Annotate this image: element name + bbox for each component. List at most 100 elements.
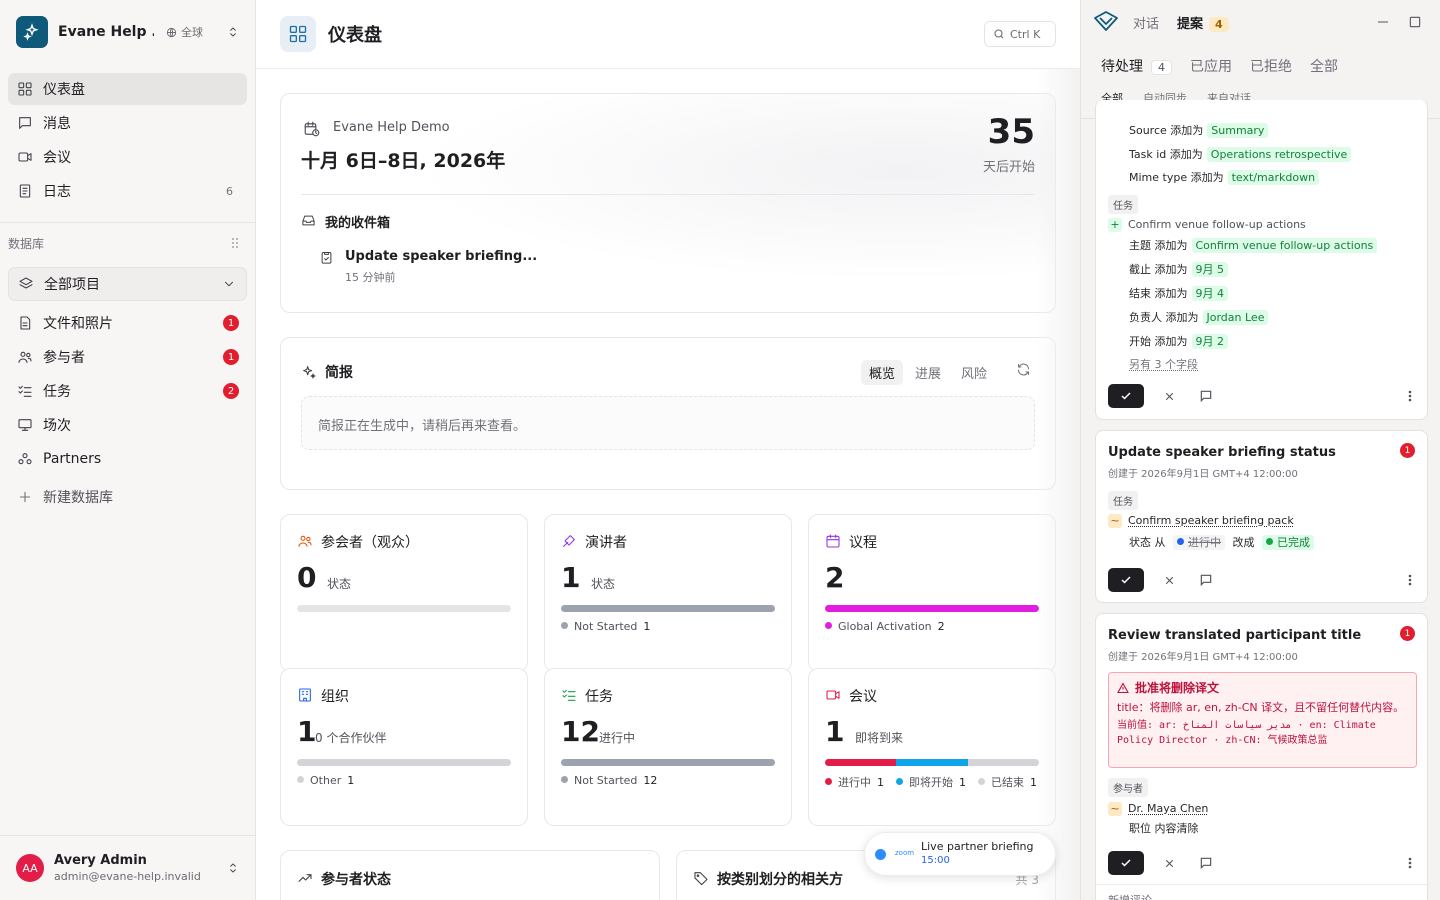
tab-overview[interactable]: 概览 [860,360,903,385]
grid-icon [18,82,32,96]
item-title[interactable]: Dr. Maya Chen [1128,802,1208,815]
item-title[interactable]: Confirm speaker briefing pack [1128,514,1294,527]
approve-button[interactable] [1108,384,1144,408]
nav-participants[interactable]: 参与者 1 [8,341,247,373]
tab-proposals[interactable]: 提案 4 [1177,13,1229,32]
comment-icon[interactable] [1199,573,1213,587]
legend-dot [825,778,832,785]
nav-dashboard[interactable]: 仪表盘 [8,73,247,105]
notification-badge: 1 [1400,443,1415,458]
nav-label: 文件和照片 [43,316,113,332]
scroll-fade [1036,69,1080,900]
field-key: 开始 添加为 [1129,335,1188,348]
layers-icon [19,277,33,289]
chevron-updown-icon[interactable] [226,25,240,39]
zoom-icon [875,849,886,860]
reject-icon[interactable] [1164,858,1175,869]
stat-card[interactable]: 会议 1 即将到来 进行中 1 即将开始 1 已结束 1 [808,668,1056,826]
tab-progress[interactable]: 进展 [907,360,949,385]
maximize-icon[interactable] [1407,14,1423,30]
more-icon[interactable] [1408,390,1412,402]
inbox-item-title[interactable]: Update speaker briefing... [345,249,537,264]
nav-label: 日志 [43,184,71,200]
drag-handle-icon[interactable] [230,237,240,249]
legend-label: 进行中 [838,776,871,789]
nav-tasks[interactable]: 任务 2 [8,375,247,407]
main-content: 仪表盘 Ctrl K Evane Help Demo 十月 6日–8日, 202… [256,0,1080,900]
all-projects-select[interactable]: 全部项目 [8,267,247,301]
comment-icon[interactable] [1199,856,1213,870]
nav-files-photos[interactable]: 文件和照片 1 [8,307,247,339]
reject-icon[interactable] [1164,575,1175,586]
stat-value: 12 [561,715,600,748]
nav-messages[interactable]: 消息 [8,107,247,139]
user-menu[interactable]: AA Avery Admin admin@evane-help.invalid [16,850,244,886]
more-icon[interactable] [1408,857,1412,869]
refresh-icon[interactable] [1016,362,1031,377]
approve-button[interactable] [1108,568,1144,592]
user-email: admin@evane-help.invalid [54,870,201,883]
meeting-toast[interactable]: zoom Live partner briefing 15:00 [864,832,1056,876]
reject-icon[interactable] [1164,391,1175,402]
approve-button[interactable] [1108,851,1144,875]
field-change: 主题 添加为 Confirm venue follow-up actions [1129,237,1378,253]
entity-tag: 任务 [1108,195,1138,214]
mic-icon [563,535,575,547]
nav-log[interactable]: 日志 6 [8,175,247,207]
trend-up-icon [298,874,312,882]
divider [0,835,255,836]
status-tab-rejected[interactable]: 已拒绝 [1250,56,1292,76]
proposal-item: ~ Confirm speaker briefing pack [1108,514,1294,528]
add-comment-link[interactable]: 新增评论 [1108,892,1152,900]
nav-sessions[interactable]: 场次 [8,409,247,441]
stat-card[interactable]: 组织 1 0 个合作伙伴 Other 1 [280,668,528,826]
field-value: text/markdown [1227,170,1320,185]
panel-header: 对话 提案 4 [1081,0,1440,44]
briefing-card: 简报 概览 进展 风险 简报正在生成中，请稍后再来查看。 [280,337,1056,490]
app-root: Evane Help ... 全球 仪表盘 消息 会议 日志 6 数据库 全部项… [0,0,1440,900]
tab-label: 待处理 [1101,59,1143,75]
divider [301,194,1035,195]
new-database-button[interactable]: 新建数据库 [8,481,247,513]
status-tab-all[interactable]: 全部 [1310,56,1338,76]
legend-dot [978,778,985,785]
legend-count: 2 [937,620,945,633]
field-change: Source 添加为 Summary [1129,122,1269,138]
status-tabs: 待处理 4 已应用 已拒绝 全部 [1101,56,1338,76]
field-key: 负责人 添加为 [1129,311,1199,324]
stat-bar-segment [561,759,775,766]
proposal-title: Review translated participant title [1108,628,1362,643]
minimize-icon[interactable] [1375,14,1391,30]
status-tab-pending[interactable]: 待处理 4 [1101,56,1172,76]
legend-dot [297,776,304,783]
scope-indicator[interactable]: 全球 [166,24,203,40]
calendar-clock-icon [304,121,320,137]
tab-chat[interactable]: 对话 [1133,13,1159,32]
nav-partners[interactable]: Partners [8,443,247,475]
stat-card[interactable]: 议程 2 Global Activation 2 [808,514,1056,672]
checklist-icon [18,385,32,397]
more-fields-link[interactable]: 另有 3 个字段 [1129,356,1198,372]
stat-card[interactable]: 演讲者 1 状态 Not Started 1 [544,514,792,672]
old-status-label: 进行中 [1188,536,1221,549]
notification-badge: 1 [223,349,239,365]
proposal-meta: 创建于 2026年9月1日 GMT+4 12:00:00 [1108,652,1298,663]
toast-time: 15:00 [921,855,950,866]
comment-icon[interactable] [1199,389,1213,403]
status-tab-applied[interactable]: 已应用 [1190,56,1232,76]
checklist-icon [562,689,576,701]
proposal-card: Review translated participant title 1 创建… [1095,613,1428,900]
all-projects-label: 全部项目 [44,277,100,293]
nav-meetings[interactable]: 会议 [8,141,247,173]
tab-risks[interactable]: 风险 [953,360,995,385]
log-icon [19,184,31,198]
workspace-switcher[interactable]: Evane Help ... 全球 [16,16,244,48]
field-change: 职位 内容清除 [1129,822,1199,835]
modify-icon: ~ [1108,514,1122,528]
stat-card[interactable]: 任务 12 进行中 Not Started 12 [544,668,792,826]
entity-tag: 任务 [1108,491,1138,510]
warning-body: title：将删除 ar, en, zh-CN 译文，且不留任何替代内容。 [1117,701,1405,714]
search-button[interactable]: Ctrl K [984,21,1056,47]
stat-card[interactable]: 参会者（观众） 0 状态 [280,514,528,672]
more-icon[interactable] [1408,574,1412,586]
